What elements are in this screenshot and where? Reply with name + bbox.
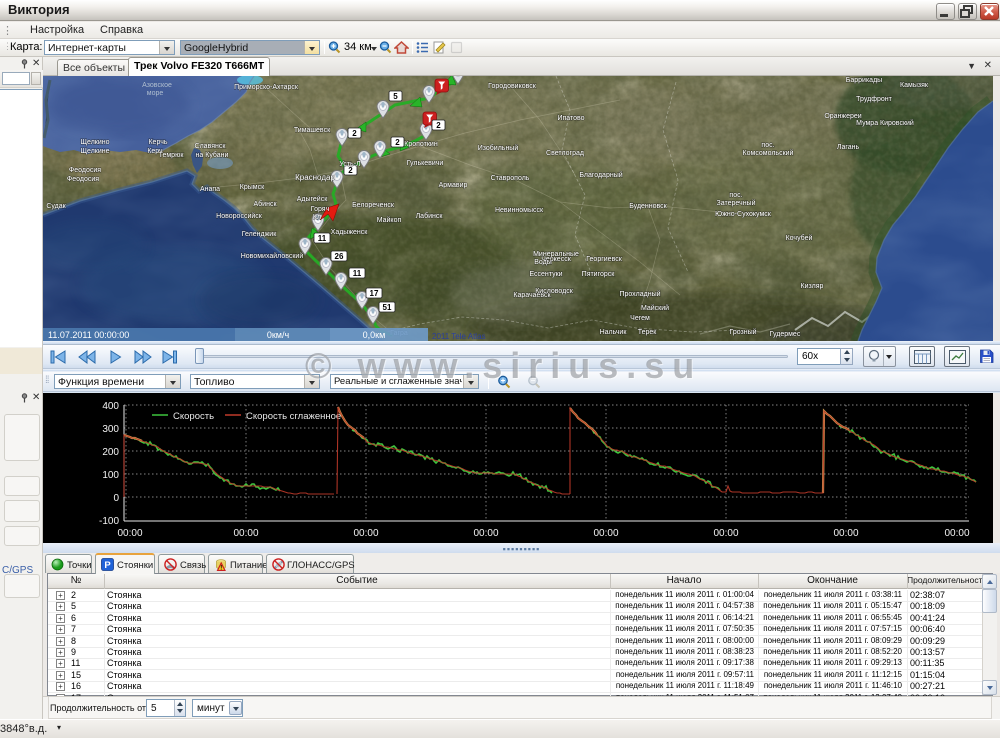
svg-text:400: 400 [102, 401, 119, 412]
svg-text:Феодосия: Феодосия [67, 176, 99, 183]
svg-text:Феодосия: Феодосия [69, 167, 101, 174]
svg-text:Армавир: Армавир [439, 182, 468, 189]
svg-text:Хадыженск: Хадыженск [331, 229, 369, 236]
svg-text:Грозный: Грозный [729, 328, 756, 336]
svg-text:Кл: Кл [313, 214, 321, 221]
svg-text:Чегем: Чегем [630, 315, 650, 322]
svg-text:Новомихайловский: Новомихайловский [241, 252, 304, 260]
svg-text:11.07.2011 00:00:00: 11.07.2011 00:00:00 [48, 330, 129, 340]
svg-text:Южно-Сухокумск: Южно-Сухокумск [715, 211, 772, 218]
svg-text:Кропоткин: Кропоткин [404, 141, 438, 148]
svg-text:Судак: Судак [46, 203, 66, 210]
svg-text:Городовиковск: Городовиковск [488, 83, 537, 90]
svg-text:Майкоп: Майкоп [377, 216, 402, 224]
svg-text:Оранжереи: Оранжереи [824, 113, 861, 120]
svg-text:00:00: 00:00 [833, 528, 858, 539]
svg-text:Прохладный: Прохладный [619, 290, 660, 298]
svg-text:Ессентуки: Ессентуки [529, 271, 562, 278]
svg-text:Минеральные: Минеральные [533, 251, 579, 258]
svg-text:11: 11 [318, 234, 327, 243]
svg-text:Керч: Керч [147, 148, 163, 155]
svg-text:Приморско-Ахтарск: Приморско-Ахтарск [234, 84, 299, 91]
svg-text:51: 51 [383, 303, 392, 312]
svg-text:Пятигорск: Пятигорск [582, 271, 616, 278]
svg-text:Кизляр: Кизляр [801, 283, 824, 290]
svg-text:Абинск: Абинск [253, 200, 277, 208]
svg-text:Славянск: Славянск [195, 143, 227, 150]
svg-text:Изобильный: Изобильный [478, 144, 519, 152]
svg-text:Камызяк: Камызяк [900, 82, 929, 89]
svg-text:00:00: 00:00 [473, 528, 498, 539]
svg-text:Баррикады: Баррикады [846, 77, 882, 84]
svg-text:Нальчик: Нальчик [600, 329, 628, 336]
svg-text:Адыгейск: Адыгейск [297, 195, 328, 203]
svg-text:Ставрополь: Ставрополь [491, 175, 530, 182]
svg-text:Гудермес: Гудермес [770, 331, 801, 338]
svg-text:Тимашевск: Тимашевск [294, 127, 331, 134]
svg-text:Майский: Майский [641, 304, 669, 312]
svg-text:00:00: 00:00 [353, 528, 378, 539]
svg-text:2: 2 [436, 121, 441, 130]
svg-text:Щелкино: Щелкино [80, 139, 109, 146]
svg-text:11: 11 [353, 269, 362, 278]
svg-text:P: P [104, 560, 111, 571]
svg-text:Краснодар: Краснодар [295, 173, 335, 182]
svg-text:2011 Tele Atlas: 2011 Tele Atlas [432, 332, 486, 341]
svg-text:26: 26 [335, 252, 344, 261]
svg-text:Новороссийск: Новороссийск [216, 212, 263, 220]
svg-text:пос.: пос. [761, 142, 774, 149]
svg-text:Кочубей: Кочубей [786, 234, 813, 242]
svg-text:Светлоград: Светлоград [546, 150, 584, 157]
svg-text:Анапа: Анапа [200, 186, 220, 193]
svg-text:0км/ч: 0км/ч [267, 330, 290, 340]
svg-text:0: 0 [113, 493, 119, 504]
svg-text:5: 5 [393, 92, 398, 101]
svg-text:Воды: Воды [534, 259, 552, 266]
svg-text:Скорость: Скорость [173, 411, 214, 422]
svg-text:Гулькевичи: Гулькевичи [407, 160, 444, 167]
svg-text:Мумра Кировский: Мумра Кировский [856, 119, 914, 127]
svg-text:Азовское: Азовское [142, 82, 172, 89]
svg-text:!: ! [220, 566, 222, 572]
svg-text:2: 2 [352, 129, 357, 138]
svg-text:2: 2 [395, 138, 400, 147]
svg-text:Геленджик: Геленджик [242, 231, 278, 238]
svg-text:на Кубани: на Кубани [196, 151, 229, 159]
svg-text:Затеречный: Затеречный [717, 199, 756, 207]
svg-text:00:00: 00:00 [944, 528, 969, 539]
svg-text:Кисловодск: Кисловодск [535, 288, 574, 295]
svg-text:Усть-Л: Усть-Л [339, 161, 361, 168]
svg-text:Горяч: Горяч [311, 206, 330, 213]
svg-text:Белореченск: Белореченск [352, 202, 395, 209]
svg-text:-100: -100 [99, 516, 119, 527]
svg-text:Керчь: Керчь [148, 139, 167, 146]
svg-text:Щелкине: Щелкине [80, 148, 109, 155]
svg-text:Лабинск: Лабинск [416, 212, 444, 220]
svg-text:0,0км: 0,0км [363, 330, 386, 340]
svg-text:17: 17 [370, 289, 379, 298]
svg-text:Комсомольский: Комсомольский [743, 149, 794, 157]
svg-text:300: 300 [102, 424, 119, 435]
svg-text:Лагань: Лагань [837, 144, 860, 151]
svg-text:00:00: 00:00 [713, 528, 738, 539]
svg-text:Георгиевск: Георгиевск [586, 256, 622, 263]
svg-text:Крымск: Крымск [240, 184, 265, 191]
svg-text:Терек: Терек [638, 329, 658, 336]
svg-text:Скорость сглаженное: Скорость сглаженное [246, 411, 341, 422]
svg-text:Невинномысск: Невинномысск [495, 207, 544, 214]
svg-text:пос.: пос. [729, 192, 742, 199]
svg-text:море: море [147, 90, 164, 97]
svg-text:00:00: 00:00 [593, 528, 618, 539]
svg-text:Благодарный: Благодарный [579, 171, 622, 179]
svg-text:Буденновск: Буденновск [629, 203, 667, 210]
svg-text:00:00: 00:00 [117, 528, 142, 539]
svg-text:100: 100 [102, 470, 119, 481]
svg-text:Трудфронт: Трудфронт [856, 96, 892, 103]
svg-text:200: 200 [102, 447, 119, 458]
svg-text:00:00: 00:00 [233, 528, 258, 539]
svg-text:Ипатово: Ипатово [557, 115, 584, 122]
